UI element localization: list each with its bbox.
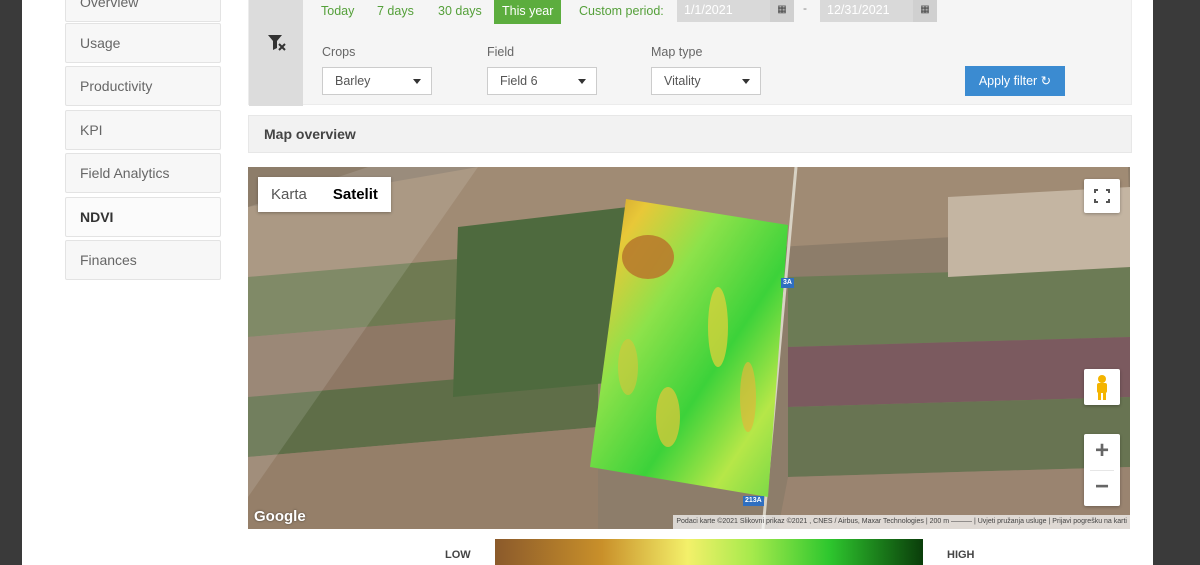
chevron-down-icon (742, 79, 750, 84)
custom-period-label: Custom period: (579, 4, 664, 18)
filter-panel: Today 7 days 30 days This year Custom pe… (248, 0, 1132, 106)
map-attribution[interactable]: Podaci karte ©2021 Slikovni prikaz ©2021… (673, 515, 1130, 529)
period-this-year[interactable]: This year (494, 0, 562, 24)
fullscreen-icon (1094, 189, 1110, 203)
device-frame-right (1153, 0, 1200, 565)
period-30-days[interactable]: 30 days (438, 4, 482, 18)
ndvi-legend-gradient (495, 539, 923, 565)
sidebar-item-ndvi[interactable]: NDVI (65, 197, 221, 237)
field-select[interactable]: Field 6 (487, 67, 597, 95)
chevron-down-icon (413, 79, 421, 84)
calendar-icon[interactable]: ▦ (770, 0, 794, 22)
app-screen: Overview Usage Productivity KPI Field An… (22, 0, 1153, 565)
map-type-select[interactable]: Vitality (651, 67, 761, 95)
legend-low-label: LOW (445, 549, 471, 561)
sidebar-item-field-analytics[interactable]: Field Analytics (65, 153, 221, 193)
legend-high-label: HIGH (947, 549, 975, 561)
street-view-button[interactable] (1084, 369, 1120, 405)
pegman-icon (1097, 375, 1107, 400)
sidebar-item-finances[interactable]: Finances (65, 240, 221, 280)
period-today[interactable]: Today (321, 4, 354, 18)
crops-select-value: Barley (335, 74, 371, 88)
date-from-input[interactable]: 1/1/2021 (677, 0, 773, 22)
satellite-imagery (248, 167, 1130, 529)
map-type-karta[interactable]: Karta (258, 177, 320, 212)
map-type-label: Map type (651, 45, 703, 59)
google-logo: Google (254, 508, 306, 525)
zoom-out-button[interactable]: − (1084, 471, 1120, 506)
chevron-down-icon (578, 79, 586, 84)
satellite-map[interactable]: Karta Satelit + − 3A 213A Google Podaci … (248, 167, 1130, 529)
sidebar-item-productivity[interactable]: Productivity (65, 66, 221, 106)
zoom-in-button[interactable]: + (1084, 434, 1120, 470)
road-badge: 213A (743, 496, 764, 506)
period-7-days[interactable]: 7 days (377, 4, 414, 18)
sidebar-item-usage[interactable]: Usage (65, 23, 221, 63)
sidebar-item-overview[interactable]: Overview (65, 0, 221, 22)
device-frame-left (0, 0, 22, 565)
map-type-toggle: Karta Satelit (258, 177, 391, 212)
apply-filter-button[interactable]: Apply filter ↻ (965, 66, 1065, 96)
filter-clear-icon[interactable] (267, 33, 287, 53)
crops-label: Crops (322, 45, 356, 59)
map-type-satelit[interactable]: Satelit (320, 177, 391, 212)
filter-icon-column[interactable] (249, 0, 303, 106)
map-type-select-value: Vitality (664, 74, 701, 88)
sidebar-item-kpi[interactable]: KPI (65, 110, 221, 150)
road-badge: 3A (781, 278, 794, 288)
map-overview-title: Map overview (248, 115, 1132, 153)
zoom-control: + − (1084, 434, 1120, 506)
field-label: Field (487, 45, 515, 59)
date-to-input[interactable]: 12/31/2021 (820, 0, 916, 22)
date-separator: - (803, 1, 807, 15)
fullscreen-button[interactable] (1084, 179, 1120, 213)
crops-select[interactable]: Barley (322, 67, 432, 95)
calendar-icon[interactable]: ▦ (913, 0, 937, 22)
field-select-value: Field 6 (500, 74, 538, 88)
